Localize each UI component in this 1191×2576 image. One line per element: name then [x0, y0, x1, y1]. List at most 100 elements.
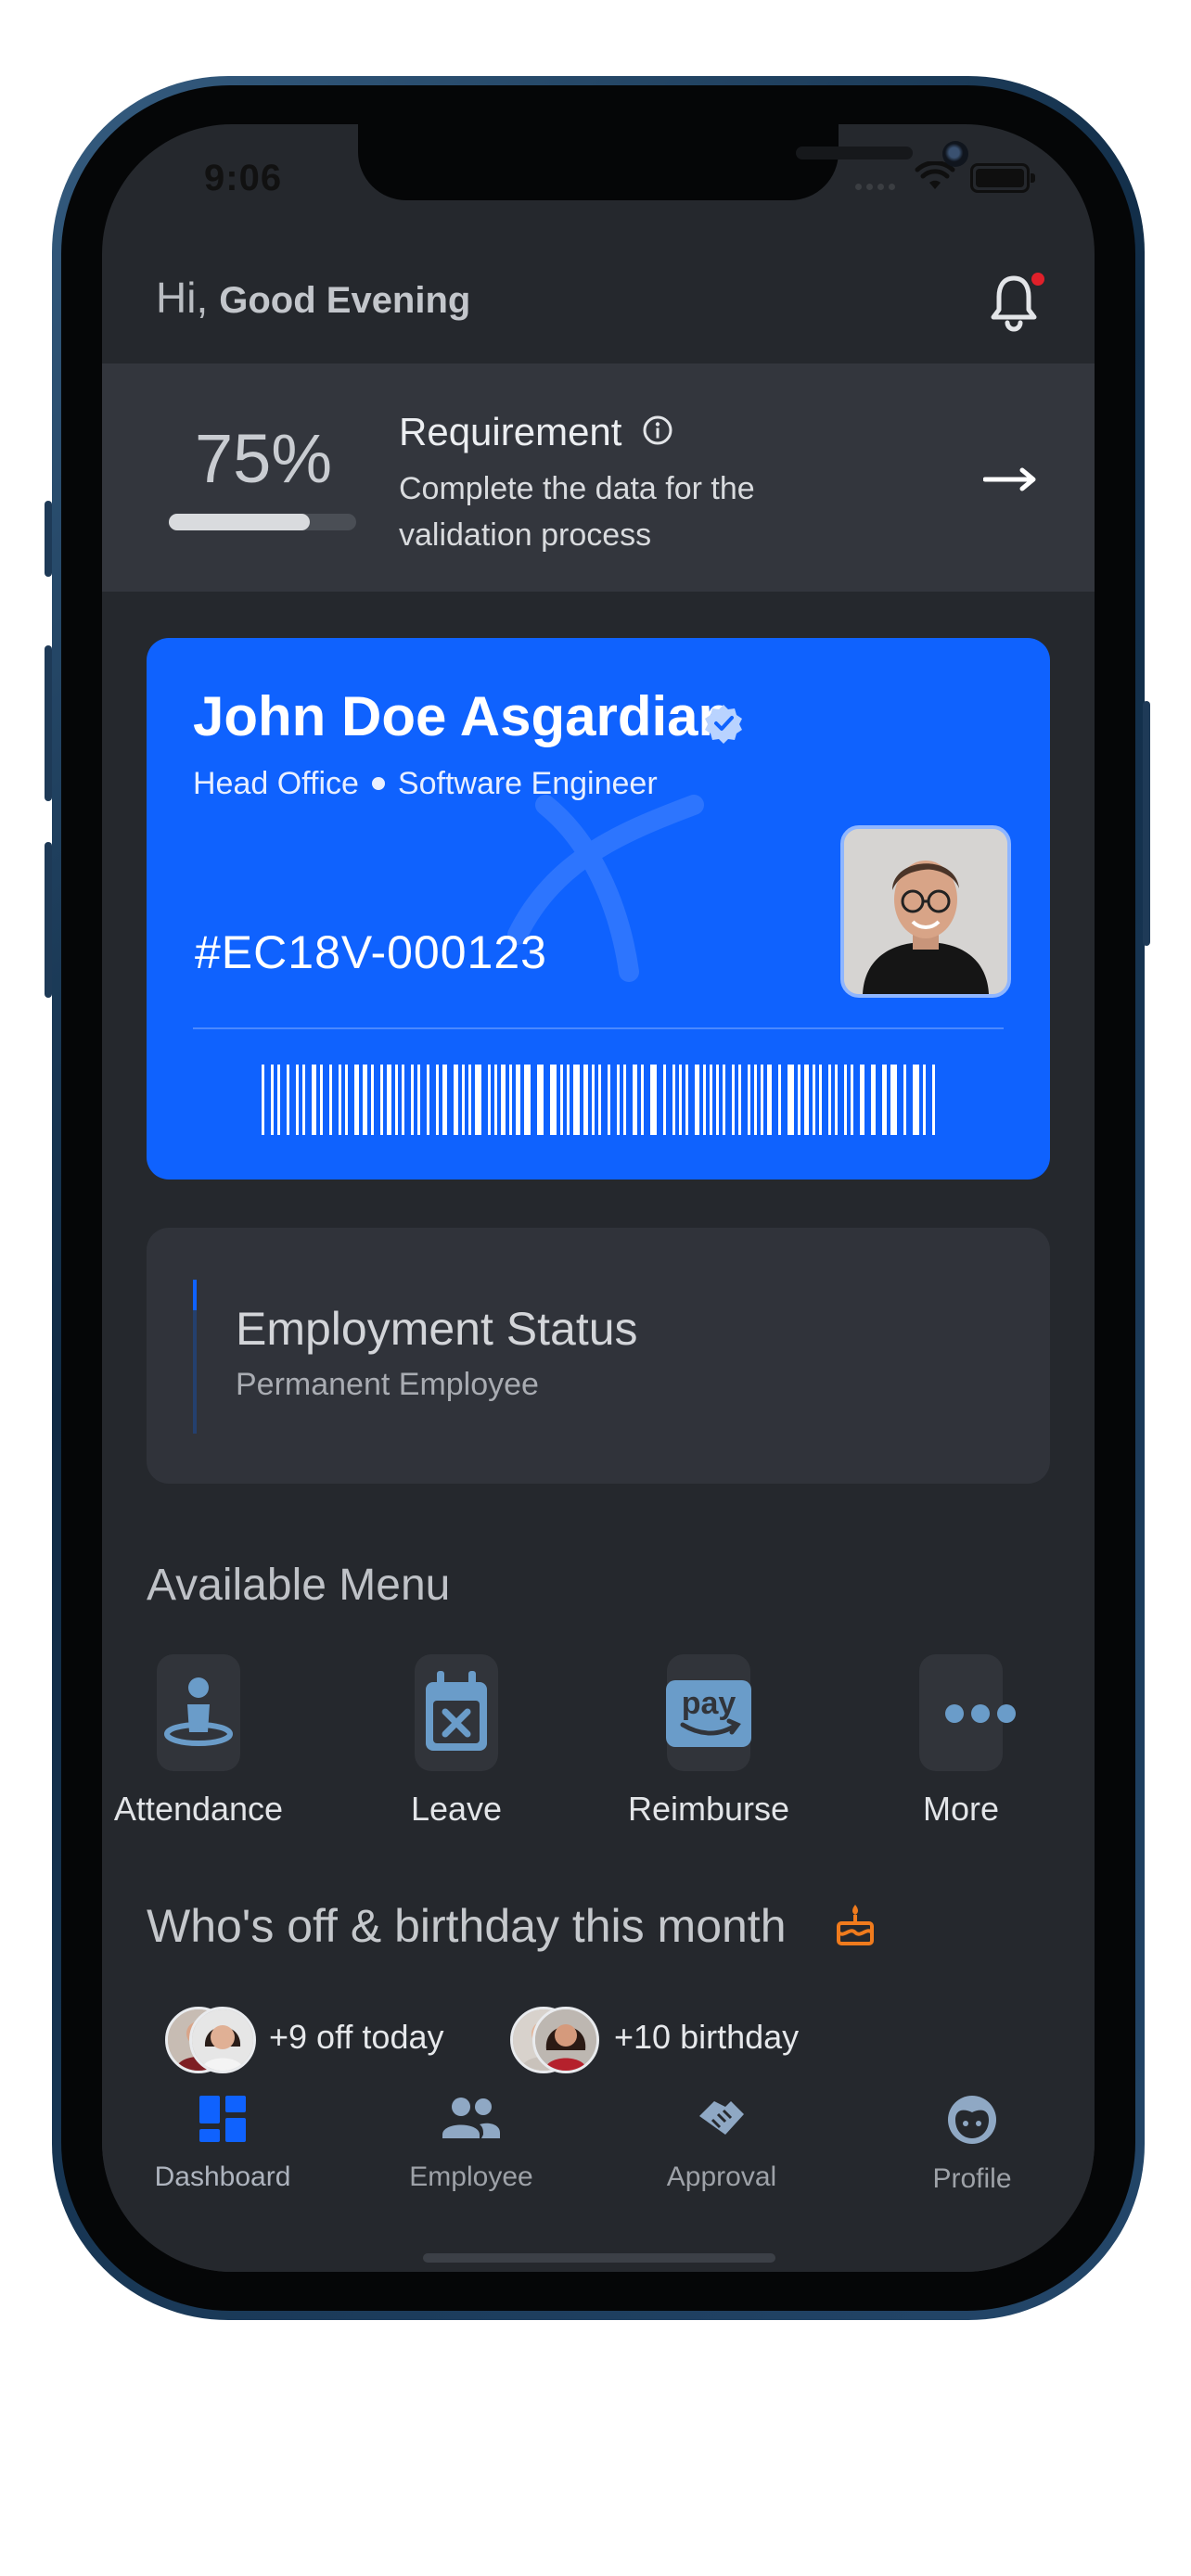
- separator-dot: [371, 777, 385, 791]
- menu-item-leave[interactable]: Leave: [364, 1654, 549, 1829]
- employee-id-card[interactable]: John Doe Asgardian Head Office Software E…: [147, 638, 1050, 1180]
- barcode-bar: [329, 1065, 332, 1135]
- barcode-bar: [844, 1065, 847, 1135]
- off-today-label: +9 off today: [269, 2018, 444, 2056]
- side-button: [45, 501, 52, 577]
- barcode-bar: [835, 1065, 838, 1135]
- menu-item-attendance[interactable]: Attendance: [106, 1654, 291, 1829]
- calendar-x-icon: [426, 1671, 487, 1751]
- barcode-bar: [685, 1065, 688, 1135]
- barcode-bar: [767, 1065, 772, 1135]
- barcode-bar: [494, 1065, 497, 1135]
- avatar: [532, 2007, 599, 2073]
- menu-label-leave: Leave: [410, 1790, 503, 1828]
- barcode-bar: [623, 1065, 626, 1135]
- barcode-bar: [851, 1065, 853, 1135]
- barcode-bar: [617, 1065, 620, 1135]
- menu-label-reimburse: Reimburse: [627, 1790, 790, 1828]
- tab-dashboard[interactable]: Dashboard: [130, 2094, 315, 2193]
- barcode-bar: [598, 1065, 601, 1135]
- barcode-bar: [363, 1065, 367, 1135]
- requirement-percent: 75%: [195, 420, 333, 497]
- greeting-text: Good Evening: [219, 280, 471, 321]
- barcode-bar: [516, 1065, 520, 1135]
- greeting: Hi, Good Evening: [156, 273, 470, 323]
- barcode-bar: [650, 1065, 657, 1135]
- barcode-bar: [813, 1065, 815, 1135]
- tab-label-dashboard: Dashboard: [154, 2162, 291, 2192]
- barcode-bar: [608, 1065, 610, 1135]
- barcode-bar: [436, 1065, 439, 1135]
- barcode-bar: [462, 1065, 465, 1135]
- employment-status-card: Employment Status Permanent Employee: [147, 1228, 1050, 1484]
- requirement-description: Complete the data for the validation pro…: [399, 471, 755, 553]
- attendance-icon: [164, 1677, 233, 1746]
- barcode-bar: [320, 1065, 323, 1135]
- barcode-bar: [828, 1065, 831, 1135]
- barcode-bar: [417, 1065, 420, 1135]
- barcode-bar: [663, 1065, 666, 1135]
- barcode-bar: [501, 1065, 506, 1135]
- home-indicator[interactable]: [423, 2253, 775, 2263]
- tab-employee[interactable]: Employee: [378, 2094, 564, 2193]
- barcode-bar: [573, 1065, 580, 1135]
- barcode-bar: [923, 1065, 926, 1135]
- barcode-bar: [679, 1065, 682, 1135]
- barcode-bar: [860, 1065, 864, 1135]
- off-today-group[interactable]: +9 off today: [165, 2007, 490, 2073]
- tab-profile[interactable]: Profile: [879, 2094, 1065, 2195]
- barcode-bar: [932, 1065, 935, 1135]
- barcode-bar: [761, 1065, 763, 1135]
- svg-text:pay: pay: [682, 1686, 736, 1721]
- barcode-bar: [890, 1065, 897, 1135]
- tab-label-employee: Employee: [409, 2162, 533, 2192]
- barcode-bar: [788, 1065, 794, 1135]
- barcode-bar: [723, 1065, 725, 1135]
- status-time: 9:06: [204, 158, 283, 198]
- barcode-bar: [913, 1065, 919, 1135]
- menu-item-reimburse[interactable]: pay Reimburse: [616, 1654, 801, 1829]
- employee-photo: [840, 825, 1011, 998]
- menu-item-more[interactable]: More: [868, 1654, 1054, 1829]
- barcode-bar: [882, 1065, 887, 1135]
- employee-name: John Doe Asgardian: [193, 685, 733, 747]
- barcode-bar: [454, 1065, 458, 1135]
- barcode: [262, 1065, 935, 1135]
- barcode-bar: [296, 1065, 299, 1135]
- requirement-banner[interactable]: 75% Requirement Complete the data for th…: [102, 363, 1095, 592]
- tab-label-profile: Profile: [932, 2163, 1012, 2194]
- barcode-bar: [716, 1065, 719, 1135]
- barcode-bar: [262, 1065, 264, 1135]
- barcode-bar: [488, 1065, 491, 1135]
- employee-subtitle: Head Office Software Engineer: [193, 766, 658, 802]
- pay-icon: pay: [666, 1680, 751, 1747]
- barcode-bar: [903, 1065, 906, 1135]
- employee-office: Head Office: [193, 766, 359, 801]
- tab-approval[interactable]: Approval: [629, 2094, 814, 2193]
- verified-badge-icon: [705, 705, 742, 744]
- barcode-bar: [804, 1065, 809, 1135]
- barcode-bar: [524, 1065, 531, 1135]
- arrow-right-icon[interactable]: [983, 465, 1039, 493]
- barcode-bar: [354, 1065, 359, 1135]
- requirement-progress-fill: [169, 514, 310, 530]
- barcode-bar: [871, 1065, 876, 1135]
- info-icon[interactable]: [642, 414, 673, 446]
- requirement-title: Requirement: [399, 410, 622, 453]
- battery-icon: [970, 163, 1035, 193]
- card-divider: [193, 1027, 1004, 1029]
- requirement-progress-bar: [169, 514, 356, 530]
- people-icon: [442, 2098, 500, 2138]
- speaker-grille: [796, 147, 913, 159]
- barcode-bar: [550, 1065, 557, 1135]
- barcode-bar: [339, 1065, 341, 1135]
- barcode-bar: [380, 1065, 383, 1135]
- barcode-bar: [754, 1065, 757, 1135]
- signal-icon: [855, 178, 900, 190]
- tab-label-approval: Approval: [666, 2162, 777, 2192]
- app-screen: 9:06 Hi, Good Evening 75% Requirement Com…: [102, 124, 1095, 2272]
- birthday-group[interactable]: +10 birthday: [510, 2007, 844, 2073]
- barcode-bar: [387, 1065, 391, 1135]
- cake-icon: [837, 1905, 874, 1945]
- barcode-bar: [468, 1065, 471, 1135]
